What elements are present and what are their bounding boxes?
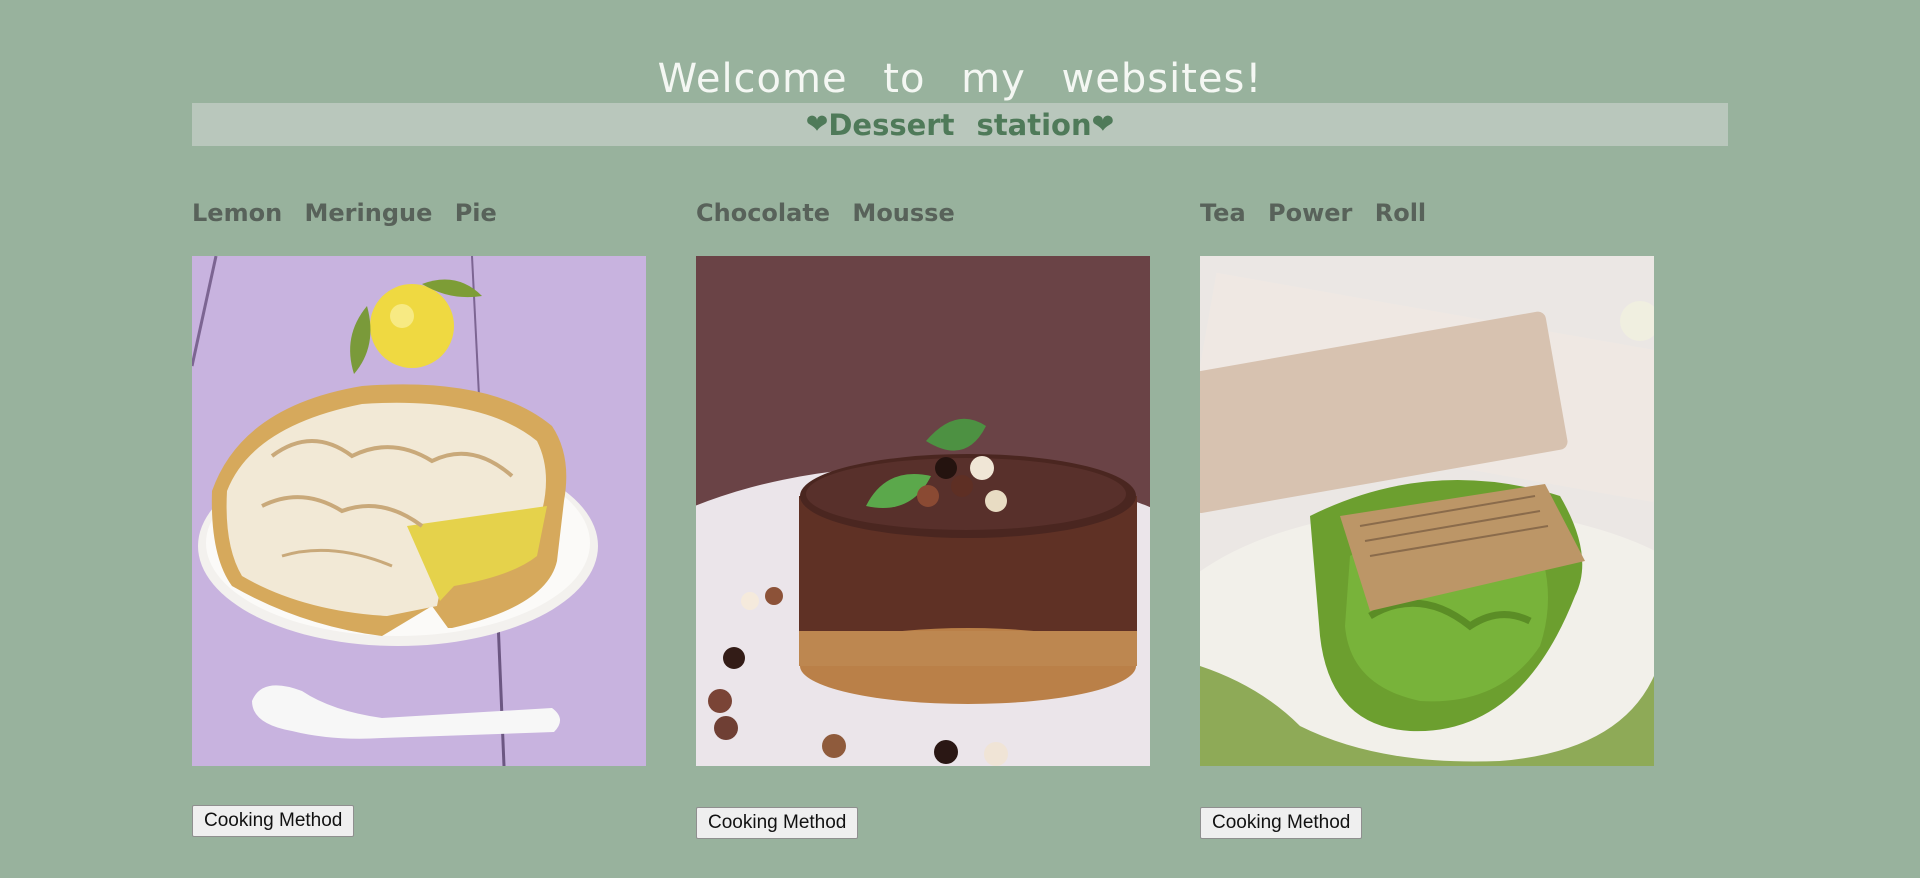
dessert-card-tea-power-roll: Tea Power Roll Cooking Method [1200,195,1654,839]
cooking-method-button[interactable]: Cooking Method [1200,807,1363,839]
matcha-roll-photo [1200,256,1654,766]
dessert-card-chocolate-mousse: Chocolate Mousse Cooking Method [696,195,1150,839]
banner-label: Dessert station [828,107,1092,142]
cooking-method-button[interactable]: Cooking Method [192,805,355,837]
cooking-method-button[interactable]: Cooking Method [696,807,859,839]
dessert-card-lemon-meringue-pie: Lemon Meringue Pie Cooking Method [192,195,646,837]
chocolate-mousse-photo [696,256,1150,766]
dessert-title: Tea Power Roll [1200,199,1427,227]
heart-icon: ❤ [1091,109,1115,140]
dessert-title: Chocolate Mousse [696,199,955,227]
page-title: Welcome to my websites! [657,55,1263,102]
heart-icon: ❤ [805,109,829,140]
lemon-meringue-pie-photo [192,256,646,766]
dessert-station-banner: ❤ Dessert station ❤ [192,103,1728,146]
dessert-title: Lemon Meringue Pie [192,199,497,227]
